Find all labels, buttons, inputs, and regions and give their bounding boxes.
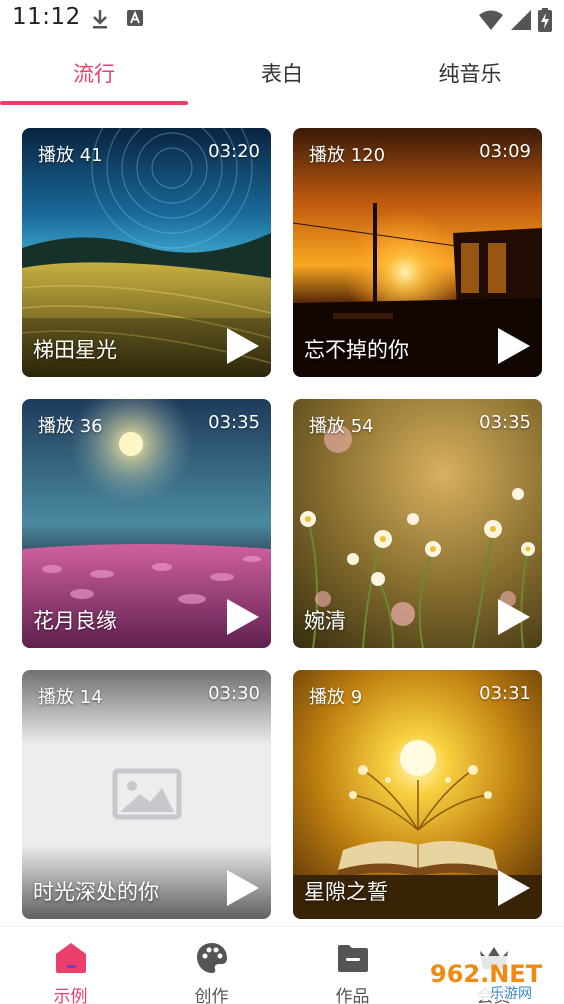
nav-label: 创作	[194, 987, 229, 1004]
song-title: 忘不掉的你	[304, 338, 409, 362]
download-icon	[93, 10, 107, 29]
play-icon[interactable]	[496, 598, 532, 636]
duration: 03:35	[208, 412, 260, 433]
song-card[interactable]: 播放 14 03:30 时光深处的你	[22, 670, 271, 919]
nav-create[interactable]: 创作	[141, 927, 282, 1004]
tab-instrumental[interactable]: 纯音乐	[376, 48, 564, 106]
song-title: 时光深处的你	[33, 880, 159, 904]
play-count: 播放 36	[38, 416, 103, 437]
duration: 03:09	[479, 141, 531, 162]
palette-icon	[197, 943, 227, 973]
duration: 03:20	[208, 141, 260, 162]
song-title: 星隙之誓	[304, 880, 388, 904]
play-count: 播放 120	[309, 145, 386, 166]
text-notification-icon	[127, 10, 143, 26]
nav-label: 作品	[335, 987, 370, 1004]
song-card[interactable]: 播放 54 03:35 婉清	[293, 399, 542, 648]
song-card[interactable]: 播放 41 03:20 梯田星光	[22, 128, 271, 377]
play-icon[interactable]	[225, 598, 261, 636]
folder-icon	[338, 945, 368, 972]
tab-label: 纯音乐	[438, 62, 502, 86]
play-count: 播放 14	[38, 687, 103, 708]
status-bar: 11:12	[0, 0, 564, 40]
duration: 03:31	[479, 683, 531, 704]
duration: 03:30	[208, 683, 260, 704]
play-icon[interactable]	[225, 327, 261, 365]
site-watermark-logo: 962.NET 乐游网	[424, 956, 560, 1002]
play-icon[interactable]	[496, 869, 532, 907]
tab-confession[interactable]: 表白	[188, 48, 376, 106]
song-card[interactable]: 播放 120 03:09 忘不掉的你	[293, 128, 542, 377]
tab-popular[interactable]: 流行	[0, 48, 188, 106]
active-tab-indicator	[0, 101, 188, 105]
song-title: 梯田星光	[33, 338, 117, 362]
song-card[interactable]: 播放 36 03:35 花月良缘	[22, 399, 271, 648]
watermark-text-bottom: 乐游网	[490, 986, 532, 1002]
play-count: 播放 41	[38, 145, 103, 166]
tab-label: 表白	[261, 62, 303, 86]
song-title: 婉清	[304, 609, 346, 633]
watermark-text-top: 962.NET	[430, 960, 543, 988]
category-tabs: 流行 表白 纯音乐	[0, 48, 564, 106]
nav-examples[interactable]: 示例	[0, 927, 141, 1004]
play-count: 播放 9	[309, 687, 363, 708]
battery-charging-icon	[538, 8, 552, 32]
home-icon	[56, 943, 86, 973]
play-count: 播放 54	[309, 416, 374, 437]
play-icon[interactable]	[225, 869, 261, 907]
duration: 03:35	[479, 412, 531, 433]
song-title: 花月良缘	[33, 609, 117, 633]
cellular-signal-icon	[511, 10, 531, 30]
song-card[interactable]: 播放 9 03:31 星隙之誓	[293, 670, 542, 919]
nav-works[interactable]: 作品	[282, 927, 423, 1004]
nav-label: 示例	[53, 987, 88, 1004]
play-icon[interactable]	[496, 327, 532, 365]
tab-label: 流行	[73, 62, 115, 86]
wifi-icon	[479, 10, 503, 30]
system-status-icons	[478, 8, 552, 32]
status-time: 11:12	[12, 4, 81, 30]
